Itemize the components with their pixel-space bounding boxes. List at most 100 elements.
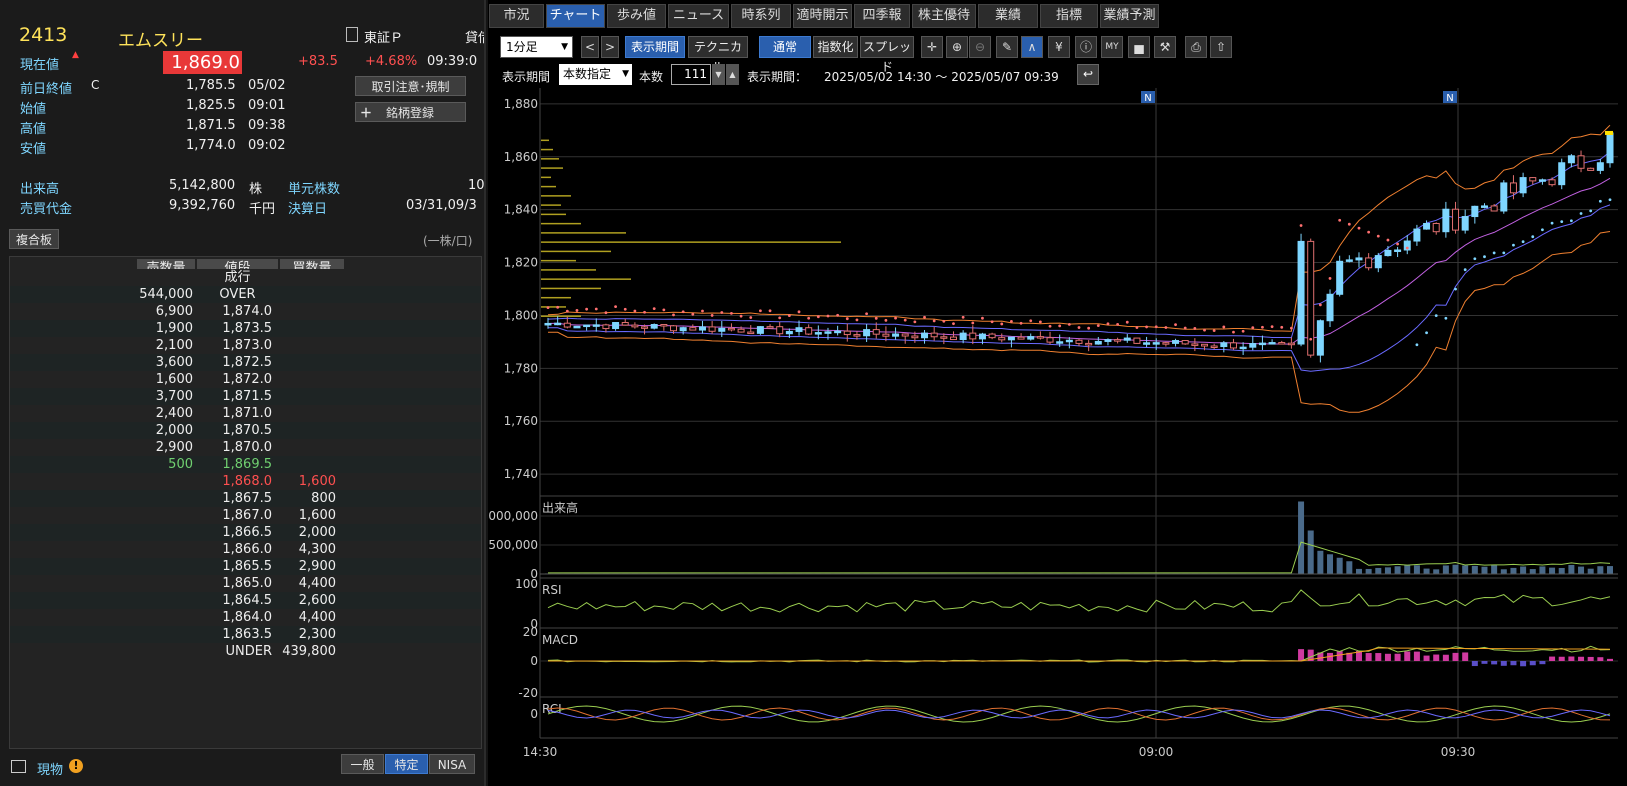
price-chart[interactable]: 1,880 1,860 1,840 1,820 1,800 1,780 1,760 1,740… <box>488 88 1627 786</box>
sar-dot <box>1058 324 1062 328</box>
next-icon[interactable]: > <box>601 36 619 58</box>
table-row[interactable]: 1,868.0 1,600 <box>10 473 481 490</box>
candle <box>563 322 571 328</box>
candle <box>1413 228 1421 242</box>
tab-0[interactable]: 市況 <box>489 4 544 28</box>
count-input[interactable]: 111 <box>671 64 711 85</box>
period-mode-select[interactable]: 本数指定 ▼ <box>559 64 632 85</box>
table-row[interactable]: 1,865.5 2,900 <box>10 558 481 575</box>
count-down-icon[interactable]: ▼ <box>712 64 725 85</box>
register-button[interactable]: ＋ 銘柄登録 <box>355 102 466 122</box>
count-up-icon[interactable]: ▲ <box>726 64 739 85</box>
table-row[interactable]: 1,600 1,872.0 <box>10 371 481 388</box>
trading-notice-button[interactable]: 取引注意･規制 <box>355 76 466 96</box>
print-icon[interactable]: ⎙ <box>1185 36 1207 58</box>
volume-bar <box>1597 566 1604 574</box>
volume-profile-icon[interactable]: ▅ <box>1128 36 1150 58</box>
wrench-icon[interactable]: ⚒ <box>1154 36 1176 58</box>
tab-7[interactable]: 株主優待 <box>912 4 976 28</box>
zoom-out-icon[interactable]: ⊖ <box>969 36 991 58</box>
table-row[interactable]: 500 1,869.5 <box>10 456 481 473</box>
mode-specific[interactable]: 特定 <box>385 754 428 774</box>
price-tick: 1,760 <box>504 414 538 428</box>
table-row[interactable]: 1,867.5 800 <box>10 490 481 507</box>
window-icon[interactable] <box>11 760 26 773</box>
tab-3[interactable]: ニュース <box>668 4 729 28</box>
pattern-icon[interactable]: ∧ <box>1021 36 1043 58</box>
table-row[interactable]: 2,900 1,870.0 <box>10 439 481 456</box>
yen-icon[interactable]: ¥ <box>1048 36 1070 58</box>
interval-select[interactable]: 1分足 ▼ <box>500 36 573 58</box>
chart-panel: 市況 チャート 歩み値 ニュース 時系列 適時開示 四季報 株主優待 業績 指標 業績予測 1分足 … <box>488 0 1627 786</box>
board-tab[interactable]: 複合板 <box>9 229 59 249</box>
sar-dot <box>1502 251 1506 255</box>
display-period-button[interactable]: 表示期間 <box>625 36 685 58</box>
table-row[interactable]: 成行 <box>10 269 481 286</box>
candle <box>1384 249 1392 257</box>
refresh-icon[interactable]: ↩ <box>1077 64 1099 85</box>
table-row[interactable]: 1,866.0 4,300 <box>10 541 481 558</box>
price-tick: 1,880 <box>504 97 538 111</box>
tab-10[interactable]: 業績予測 <box>1100 4 1159 28</box>
candle <box>544 322 552 326</box>
tab-1[interactable]: チャート <box>546 4 605 28</box>
table-row[interactable]: 3,700 1,871.5 <box>10 388 481 405</box>
table-row[interactable]: 3,600 1,872.5 <box>10 354 481 371</box>
crosshair-icon[interactable]: ✛ <box>921 36 943 58</box>
mode-general[interactable]: 一般 <box>341 754 384 774</box>
buy-qty: 4,400 <box>298 576 336 591</box>
info-value: 1,785.5 <box>186 78 236 93</box>
tab-4[interactable]: 時系列 <box>731 4 791 28</box>
sar-dot <box>614 305 617 309</box>
table-row[interactable]: 1,866.5 2,000 <box>10 524 481 541</box>
zoom-in-icon[interactable]: ⊕ <box>946 36 968 58</box>
info-label: 高値 <box>20 122 47 137</box>
warning-icon[interactable]: ! <box>69 759 83 773</box>
prev-icon[interactable]: < <box>581 36 599 58</box>
mode-nisa[interactable]: NISA <box>429 754 475 774</box>
tab-6[interactable]: 四季報 <box>854 4 910 28</box>
spread-button[interactable]: スプレッド <box>860 36 914 74</box>
candle <box>1558 162 1566 186</box>
candle <box>911 335 919 339</box>
technical-button[interactable]: テクニカル <box>688 36 748 74</box>
sar-dot <box>565 309 569 313</box>
interval-value: 1分足 <box>506 40 538 54</box>
tab-9[interactable]: 指標 <box>1040 4 1098 28</box>
tab-5[interactable]: 適時開示 <box>793 4 852 28</box>
macd-histogram-bar <box>1442 654 1449 661</box>
table-row[interactable]: 544,000 OVER <box>10 286 481 303</box>
pencil-icon[interactable]: ✎ <box>996 36 1018 58</box>
candle <box>698 326 706 331</box>
candle <box>718 327 726 332</box>
index-button[interactable]: 指数化 <box>813 36 858 58</box>
candle <box>1123 337 1131 341</box>
table-row[interactable]: 6,900 1,874.0 <box>10 303 481 320</box>
table-row[interactable]: 2,400 1,871.0 <box>10 405 481 422</box>
table-row[interactable]: 1,864.0 4,400 <box>10 609 481 626</box>
table-row[interactable]: 1,864.5 2,600 <box>10 592 481 609</box>
sar-dot <box>1029 319 1033 323</box>
sar-dot <box>720 311 724 314</box>
tab-2[interactable]: 歩み値 <box>607 4 666 28</box>
table-row[interactable]: 2,100 1,873.0 <box>10 337 481 354</box>
macd-histogram-bar <box>1375 653 1382 661</box>
table-row[interactable]: 1,900 1,873.5 <box>10 320 481 337</box>
my-chart-icon[interactable]: MY <box>1101 36 1123 58</box>
table-row[interactable]: 1,867.0 1,600 <box>10 507 481 524</box>
table-row[interactable]: 2,000 1,870.5 <box>10 422 481 439</box>
candle <box>998 337 1006 341</box>
table-row[interactable]: UNDER 439,800 <box>10 643 481 660</box>
table-row[interactable]: 1,865.0 4,400 <box>10 575 481 592</box>
table-row[interactable]: 1,863.5 2,300 <box>10 626 481 643</box>
normal-button[interactable]: 通常 <box>759 36 811 58</box>
info-icon[interactable]: ⓘ <box>1075 36 1097 58</box>
tab-8[interactable]: 業績 <box>978 4 1038 28</box>
cash-label: 現物 <box>37 763 64 778</box>
sar-dot <box>787 314 791 317</box>
price-tick: 1,820 <box>504 256 538 270</box>
document-icon[interactable] <box>346 27 358 42</box>
export-icon[interactable]: ⇧ <box>1210 36 1232 58</box>
candle <box>1017 336 1025 340</box>
price: 1,874.0 <box>222 304 272 319</box>
